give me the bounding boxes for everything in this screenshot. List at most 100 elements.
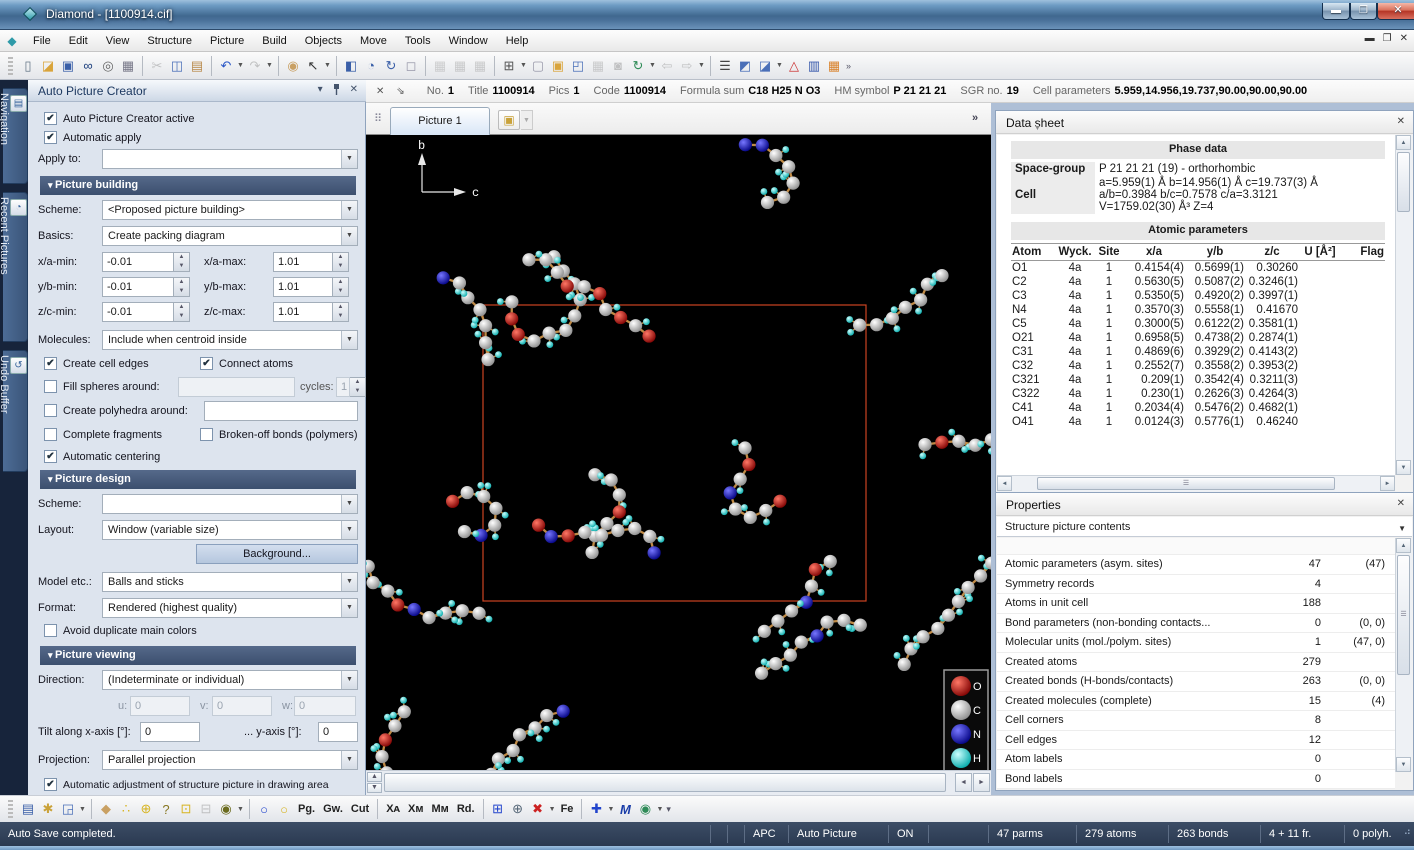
chevron-down-icon[interactable]: ▼ <box>1398 524 1406 533</box>
xa-max-field[interactable]: 1.01 <box>273 252 333 272</box>
atom-query-icon[interactable]: ? <box>156 799 176 819</box>
structure-drawing-area[interactable]: b c OCNH <box>366 135 991 770</box>
redo-icon[interactable]: ↷ <box>245 56 265 76</box>
undo-buffer-window-icon[interactable]: ↻ <box>381 56 401 76</box>
dock-tab-undo-buffer[interactable]: ↺ Undo Buffer <box>0 350 28 472</box>
property-row[interactable]: Atom labels 0 <box>997 750 1395 770</box>
property-row[interactable]: Bond labels 0 <box>997 770 1395 789</box>
cut-icon[interactable]: ✂ <box>147 56 167 76</box>
scroll-split-up-icon[interactable]: ▲ <box>367 772 382 782</box>
menu-picture[interactable]: Picture <box>201 32 253 50</box>
apply-to-combo[interactable]: ▼ <box>102 149 358 169</box>
colored-table-icon[interactable]: ▦ <box>824 56 844 76</box>
copy-picture-icon[interactable]: ◰ <box>568 56 588 76</box>
tab-grid-icon[interactable]: ⠿ <box>374 112 382 125</box>
contrast-view-2-dropdown-icon[interactable]: ▼ <box>775 56 784 76</box>
hscroll-thumb[interactable]: ☰ <box>1037 477 1335 490</box>
sphere-mode-icon[interactable]: ◉ <box>635 799 655 819</box>
coordination-sphere-dropdown-icon[interactable]: ▼ <box>236 799 245 819</box>
copy-icon[interactable]: ◫ <box>167 56 187 76</box>
view-axes-icon[interactable]: ⊕ <box>508 799 528 819</box>
checkbox-avoid-duplicate-colors[interactable] <box>44 624 57 637</box>
cycles-spinner[interactable]: ▲ ▼ <box>350 377 366 397</box>
mdi-minimize-icon[interactable]: ▬ <box>1365 33 1375 44</box>
new-picture-icon[interactable]: ▣ <box>548 56 568 76</box>
atomic-parameters-table[interactable]: Atom Wyck. Site x/a y/b z/c U [Å²] Flag O1 4a 1 0.4… <box>1011 243 1385 429</box>
menu-objects[interactable]: Objects <box>296 32 351 50</box>
atom-row[interactable]: C321 4a 1 0.209(1) 0.3542(4) 0.3211(3) <box>1011 373 1385 387</box>
close-pane-icon[interactable]: ✕ <box>1397 498 1405 509</box>
move-picture-dropdown-icon[interactable]: ▼ <box>606 799 615 819</box>
expand-icon[interactable]: ⇘ <box>392 86 408 97</box>
fill-spheres-field[interactable] <box>178 377 295 397</box>
tab-picture-1[interactable]: Picture 1 <box>390 107 490 135</box>
export-picture-dropdown-icon[interactable]: ▼ <box>78 799 87 819</box>
property-row[interactable]: Atoms in unit cell 188 <box>997 594 1395 614</box>
chevron-down-icon[interactable]: ▼ <box>341 599 357 617</box>
destroy-dropdown-icon[interactable]: ▼ <box>548 799 557 819</box>
paste-icon[interactable]: ▤ <box>187 56 207 76</box>
document-icon[interactable]: ◆ <box>0 34 24 48</box>
print-icon[interactable]: ▦ <box>118 56 138 76</box>
toolbar-overflow-icon[interactable]: » <box>846 61 851 71</box>
scheme-combo[interactable]: <Proposed picture building> ▼ <box>102 200 358 220</box>
column-header[interactable]: Site <box>1095 243 1123 261</box>
menu-move[interactable]: Move <box>351 32 396 50</box>
canvas-hscroll-thumb[interactable] <box>384 773 946 792</box>
contrast-view-2-icon[interactable]: ◪ <box>755 56 775 76</box>
property-row[interactable]: Atomic parameters (asym. sites) 47 (47) <box>997 555 1395 575</box>
mdi-restore-icon[interactable]: ❐ <box>1383 33 1392 44</box>
blank-panel-icon[interactable]: ◻ <box>401 56 421 76</box>
powder-pattern-icon[interactable]: △ <box>784 56 804 76</box>
distances-grid-dropdown-icon[interactable]: ▼ <box>519 56 528 76</box>
scroll-up-icon[interactable]: ▲ <box>1396 538 1411 553</box>
title-bar[interactable]: Diamond - [1100914.cif] ▬ ❐ ✕ <box>0 0 1414 30</box>
vscroll-thumb[interactable]: ☰ <box>1397 555 1410 675</box>
label-gw-button[interactable]: Gw. <box>319 803 347 815</box>
move-picture-icon[interactable]: ✚ <box>586 799 606 819</box>
checkbox-apc-active[interactable]: ✔ <box>44 112 57 125</box>
property-row[interactable]: Created atoms 279 <box>997 653 1395 672</box>
new-picture-tab-button[interactable]: ▣ <box>498 110 520 130</box>
data-sheet-hscrollbar[interactable]: ◄ ☰ ► <box>997 475 1395 492</box>
checkbox-complete-fragments[interactable] <box>44 428 57 441</box>
toolbar-grip[interactable] <box>8 56 13 75</box>
scroll-left-icon[interactable]: ◄ <box>997 476 1012 491</box>
yb-min-spinner[interactable]: ▲ ▼ <box>174 277 190 297</box>
close-datasheet-icon[interactable]: ✕ <box>372 86 388 97</box>
select-arrow-dropdown-icon[interactable]: ▼ <box>323 56 332 76</box>
zc-max-spinner[interactable]: ▲ ▼ <box>333 302 349 322</box>
column-header[interactable]: U [Å²] <box>1299 243 1341 261</box>
xa-min-field[interactable]: -0.01 <box>102 252 174 272</box>
polyhedra-field[interactable] <box>204 401 358 421</box>
checkbox-connect-atoms[interactable]: ✔ <box>200 357 213 370</box>
zc-min-spinner[interactable]: ▲ ▼ <box>174 302 190 322</box>
atom-row[interactable]: C41 4a 1 0.2034(4) 0.5476(2) 0.4682(1) <box>1011 401 1385 415</box>
menu-view[interactable]: View <box>97 32 139 50</box>
chevron-down-icon[interactable]: ▼ <box>341 201 357 219</box>
menu-structure[interactable]: Structure <box>138 32 201 50</box>
close-button[interactable]: ✕ <box>1377 3 1414 20</box>
save-icon[interactable]: ▣ <box>58 56 78 76</box>
undo-dropdown-icon[interactable]: ▼ <box>236 56 245 76</box>
column-header[interactable]: Atom <box>1011 243 1055 261</box>
menu-window[interactable]: Window <box>440 32 497 50</box>
atom-row[interactable]: O21 4a 1 0.6958(5) 0.4738(2) 0.2874(1) <box>1011 331 1385 345</box>
yb-max-spinner[interactable]: ▲ ▼ <box>333 277 349 297</box>
recent-window-icon[interactable]: ◔ <box>361 56 381 76</box>
section-picture-design[interactable]: Picture design <box>40 470 356 489</box>
picture-wizard-icon[interactable]: ✱ <box>38 799 58 819</box>
property-row[interactable]: Cell corners 8 <box>997 711 1395 731</box>
data-sheet-vscrollbar[interactable]: ▲ ▼ <box>1395 135 1412 475</box>
property-row[interactable]: Created bonds (H-bonds/contacts) 263 (0, 0… <box>997 672 1395 692</box>
fill-color-icon[interactable]: ◆ <box>96 799 116 819</box>
table-bonds-icon[interactable]: ▦ <box>470 56 490 76</box>
checkbox-automatic-apply[interactable]: ✔ <box>44 131 57 144</box>
redo-dropdown-icon[interactable]: ▼ <box>265 56 274 76</box>
checkbox-broken-bonds[interactable] <box>200 428 213 441</box>
checkbox-create-polyhedra[interactable] <box>44 404 57 417</box>
properties-sheet-icon[interactable]: ▤ <box>18 799 38 819</box>
label-mm-button[interactable]: Mᴍ <box>428 803 453 815</box>
properties-vscrollbar[interactable]: ▲ ☰ ▼ <box>1395 538 1412 772</box>
scroll-right-icon[interactable]: ► <box>973 773 990 792</box>
